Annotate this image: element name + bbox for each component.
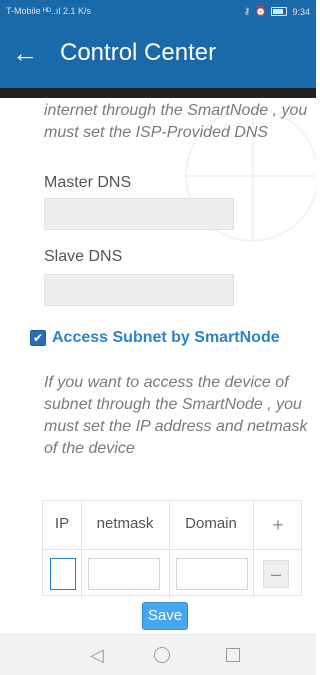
key-icon: ⚷ (243, 6, 251, 16)
master-dns-label: Master DNS (44, 174, 132, 191)
subnet-table: IP netmask Domain + – (42, 500, 302, 598)
nav-back-icon[interactable]: ◁ (90, 645, 104, 666)
access-subnet-checkbox[interactable]: ✔ (30, 330, 46, 346)
network-speed: 2.1 K/s (62, 6, 91, 16)
header-add[interactable]: + (253, 501, 303, 549)
subnet-hint-text: If you want to access the device of subn… (44, 374, 308, 457)
system-nav-bar: ◁ (0, 634, 316, 675)
domain-cell (169, 550, 254, 598)
ip-cell (43, 550, 82, 598)
dns-hint-text: internet through the SmartNode , you mus… (44, 102, 308, 141)
access-subnet-row[interactable]: ✔ Access Subnet by SmartNode (30, 326, 280, 350)
clock: 9:34 (292, 6, 310, 17)
header-netmask: netmask (81, 501, 170, 549)
netmask-input[interactable] (88, 558, 160, 590)
nav-recent-icon[interactable] (226, 648, 240, 662)
header-ip-label: IP (54, 515, 70, 532)
status-bar: T-Mobile ᴴᴰ..ıl 2.1 K/s ⚷ ⏰ 9:34 (0, 0, 316, 22)
header-domain-label: Domain (185, 515, 237, 532)
status-right: ⚷ ⏰ 9:34 (244, 6, 310, 17)
access-subnet-title: Access Subnet by SmartNode (52, 329, 280, 346)
header-ip: IP (43, 501, 82, 549)
battery-icon (271, 7, 288, 16)
app-bar: ← Control Center (0, 22, 316, 88)
content-area[interactable]: internet through the SmartNode , you mus… (0, 88, 316, 634)
alarm-icon: ⏰ (255, 6, 267, 16)
save-button[interactable]: Save (142, 602, 188, 630)
page-title: Control Center (60, 39, 217, 66)
domain-input[interactable] (176, 558, 248, 590)
header-netmask-label: netmask (96, 515, 154, 532)
table-row: – (43, 549, 301, 598)
status-left: T-Mobile ᴴᴰ..ıl 2.1 K/s (6, 6, 91, 16)
master-dns-field[interactable] (44, 198, 234, 230)
plus-icon[interactable]: + (253, 515, 303, 536)
slave-dns-label: Slave DNS (44, 248, 123, 265)
netmask-cell (81, 550, 170, 598)
nav-home-icon[interactable] (154, 647, 170, 663)
ip-input[interactable] (50, 558, 76, 590)
remove-cell: – (253, 550, 303, 598)
back-arrow-icon[interactable]: ← (12, 40, 38, 66)
table-header-row: IP netmask Domain + (43, 501, 301, 549)
remove-row-button[interactable]: – (263, 560, 289, 588)
slave-dns-field[interactable] (44, 274, 234, 306)
carrier-label: T-Mobile (6, 6, 41, 16)
signal-strength: ᴴᴰ..ıl (43, 6, 61, 16)
header-domain: Domain (169, 501, 254, 549)
